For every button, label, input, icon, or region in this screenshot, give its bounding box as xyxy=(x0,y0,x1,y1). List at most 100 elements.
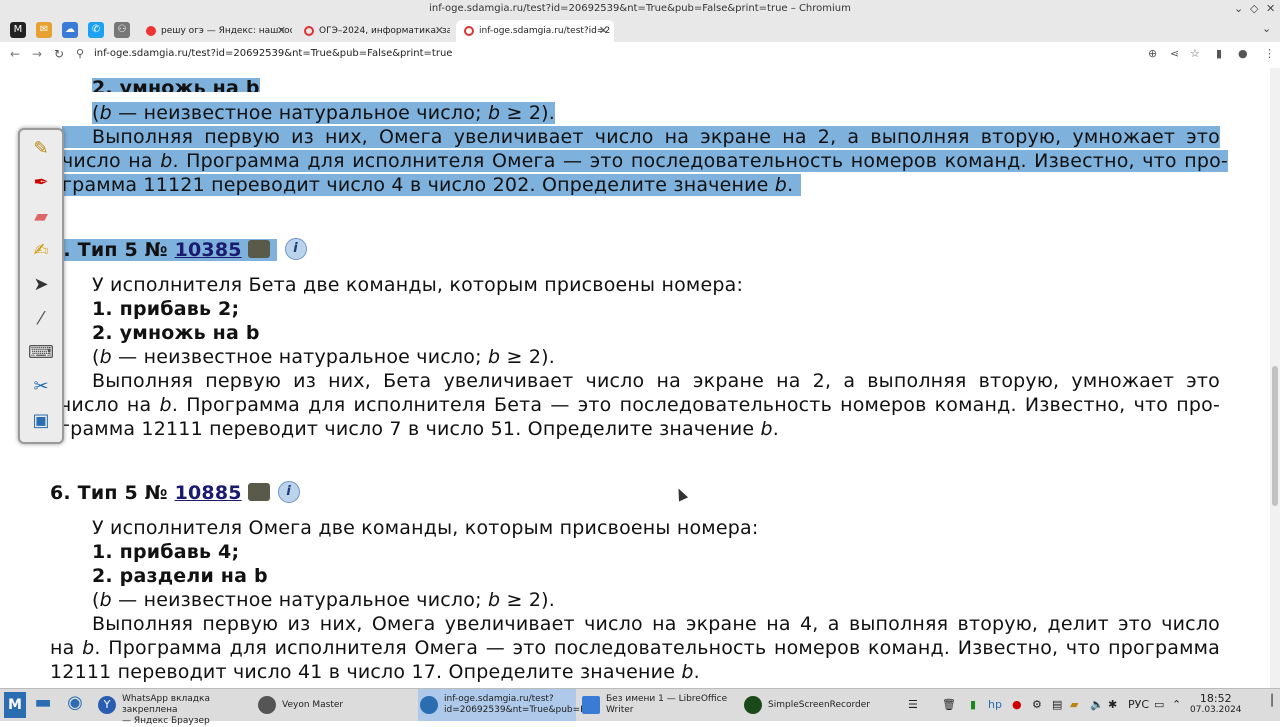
share-icon[interactable]: ⋖ xyxy=(1170,47,1179,60)
pointer-icon[interactable]: ➤ xyxy=(28,272,54,298)
problem5-text-line3: грамма 12111 переводит число 7 в число 5… xyxy=(60,418,780,440)
tab-close-icon[interactable]: ✕ xyxy=(435,20,444,42)
menu-icon[interactable]: ⋮ xyxy=(1264,47,1275,60)
hp-icon[interactable]: hp xyxy=(988,698,1002,711)
pinned-tab-bird[interactable]: ✆ xyxy=(88,22,104,38)
writer-icon xyxy=(582,696,600,714)
tab-label: решу огэ — Яндекс: нашлос xyxy=(161,26,292,36)
taskbar-screenrecorder[interactable]: SimpleScreenRecorder xyxy=(742,689,902,721)
tab-strip: M ✉ ☁ ✆ ⚇ решу огэ — Яндекс: нашлос ✕ ОГ… xyxy=(0,18,1280,55)
tab-oge[interactable]: ОГЭ–2024, информатика: за ✕ xyxy=(296,20,450,42)
problem4-condition: (b — неизвестное натуральное число; b ≥ … xyxy=(92,102,555,124)
problem5-condition: (b — неизвестное натуральное число; b ≥ … xyxy=(92,346,555,368)
laser-icon[interactable]: ⁄ xyxy=(28,306,54,332)
tab-search-icon[interactable]: ⌄ xyxy=(1262,22,1271,35)
problem4-text-line3: грамма 11121 переводит число 4 в число 2… xyxy=(62,174,802,196)
problem5-cmd2: 2. умножь на b xyxy=(92,322,260,344)
briefcase-icon[interactable] xyxy=(247,482,270,501)
veyon-icon xyxy=(258,696,276,714)
tab-label: ОГЭ–2024, информатика: за xyxy=(319,26,450,36)
taskbar-whatsapp[interactable]: Y WhatsApp вкладка закреплена — Яндекс Бр… xyxy=(96,689,254,726)
problem5-intro: У исполнителя Бета две команды, которым … xyxy=(92,274,744,296)
file-manager-icon[interactable]: ▬ xyxy=(32,692,54,718)
taskbar-veyon[interactable]: Veyon Master xyxy=(256,689,416,721)
sidepanel-icon[interactable]: ▮ xyxy=(1216,47,1222,60)
address-bar[interactable]: inf-oge.sdamgia.ru/test?id=20692539&nt=T… xyxy=(94,48,452,59)
profile-icon[interactable]: ● xyxy=(1238,47,1248,60)
clipboard-icon[interactable]: ▤ xyxy=(1052,698,1062,711)
pinned-tab-mail[interactable]: ✉ xyxy=(36,22,52,38)
pinned-tab-link[interactable]: ⚇ xyxy=(114,22,130,38)
pinned-tab-cloud[interactable]: ☁ xyxy=(62,22,78,38)
mixer-icon[interactable]: ☰ xyxy=(908,698,918,711)
trash-icon[interactable]: 🗑 xyxy=(942,698,956,711)
bookmark-icon[interactable]: ☆ xyxy=(1190,47,1200,60)
maximize-icon[interactable]: ◇ xyxy=(1250,2,1258,15)
briefcase-icon[interactable] xyxy=(247,239,270,258)
forward-icon[interactable]: → xyxy=(32,47,42,61)
taskbar-libreoffice[interactable]: Без имени 1 — LibreOffice Writer xyxy=(580,689,738,721)
start-menu-icon[interactable]: M xyxy=(4,692,26,718)
problem6-condition: (b — неизвестное натуральное число; b ≥ … xyxy=(92,589,555,611)
screenshot-icon[interactable]: ▣ xyxy=(28,408,54,434)
network-icon[interactable]: ✱ xyxy=(1108,698,1117,711)
tab-active[interactable]: inf-oge.sdamgia.ru/test?id=2 ✕ xyxy=(456,20,614,42)
zoom-icon[interactable]: ⊕ xyxy=(1148,47,1157,60)
problem6-text-line3: 12111 переводит число 41 в число 17. Опр… xyxy=(50,661,700,683)
clock[interactable]: 18:52 07.03.2024 xyxy=(1190,692,1242,715)
problem6-text-line1: Выполняя первую из них, Омега увеличивае… xyxy=(92,613,1220,635)
window-titlebar: inf-oge.sdamgia.ru/test?id=20692539&nt=T… xyxy=(0,0,1280,18)
tab-close-icon[interactable]: ✕ xyxy=(277,20,286,42)
show-desktop-icon[interactable]: ▕ xyxy=(1264,694,1272,707)
reload-icon[interactable]: ↻ xyxy=(54,47,64,61)
sdamgia-icon xyxy=(464,25,474,36)
problem5-text-line1: Выполняя первую из них, Бета увеличивает… xyxy=(92,370,1220,392)
problem4-text-line1: Выполняя первую из них, Омега увеличивае… xyxy=(62,126,1220,148)
scissors-icon[interactable]: ✂ xyxy=(28,374,54,400)
language-indicator[interactable]: РУС xyxy=(1128,698,1149,711)
sdamgia-icon xyxy=(304,25,314,36)
folder-icon[interactable]: ▰ xyxy=(1070,698,1078,711)
problem5-number-link[interactable]: 10385 xyxy=(175,239,242,261)
tab-yandex[interactable]: решу огэ — Яндекс: нашлос ✕ xyxy=(138,20,292,42)
settings-icon[interactable]: ⚙ xyxy=(1032,698,1042,711)
chromium-icon[interactable]: ◉ xyxy=(64,692,86,718)
mouse-cursor-icon xyxy=(673,486,689,502)
problem6-text-line2: на b. Программа для исполнителя Омега — … xyxy=(50,637,1220,659)
info-icon[interactable]: i xyxy=(284,237,307,260)
problem6-intro: У исполнителя Омега две команды, которым… xyxy=(92,517,759,539)
pinned-tab-m[interactable]: M xyxy=(10,22,26,38)
close-icon[interactable]: ✕ xyxy=(1266,2,1275,15)
browser-toolbar: ← → ↻ ⚲ inf-oge.sdamgia.ru/test?id=20692… xyxy=(0,42,1280,69)
tab-label: inf-oge.sdamgia.ru/test?id=2 xyxy=(479,26,611,36)
window-title: inf-oge.sdamgia.ru/test?id=20692539&nt=T… xyxy=(429,3,851,14)
minimize-icon[interactable]: ⌄ xyxy=(1234,2,1243,15)
yandex-icon xyxy=(146,25,156,36)
page-content: 2. умножь на b (b — неизвестное натураль… xyxy=(0,68,1270,688)
notes-icon[interactable]: ▭ xyxy=(1154,698,1164,711)
problem4-text-line2: число на b. Программа для исполнителя Ом… xyxy=(62,150,1228,172)
site-info-icon[interactable]: ⚲ xyxy=(76,47,84,60)
scrollbar-thumb[interactable] xyxy=(1272,366,1278,506)
problem6-header: 6. Тип 5 № 10885 i xyxy=(50,480,300,505)
tray-expand-icon[interactable]: ⌃ xyxy=(1172,698,1181,711)
recorder-icon xyxy=(744,696,762,714)
tab-close-icon[interactable]: ✕ xyxy=(599,20,608,42)
record-icon[interactable]: ● xyxy=(1012,698,1022,711)
highlighter-icon[interactable]: ✎ xyxy=(28,136,54,162)
problem5-cmd1: 1. прибавь 2; xyxy=(92,298,240,320)
volume-icon[interactable]: 🔈 xyxy=(1090,698,1104,711)
spreadsheet-icon[interactable]: ▮ xyxy=(970,698,976,711)
pen-icon[interactable]: ✒ xyxy=(28,170,54,196)
info-icon[interactable]: i xyxy=(277,480,300,503)
eraser-icon[interactable]: ▰ xyxy=(28,204,54,230)
page-scrollbar[interactable] xyxy=(1270,68,1280,688)
taskbar-chromium-active[interactable]: inf-oge.sdamgia.ru/test? id=20692539&nt=T… xyxy=(418,689,599,721)
problem4-cmd2: 2. умножь на b xyxy=(92,78,260,92)
problem5-text-line2: число на b. Программа для исполнителя Бе… xyxy=(60,394,1220,416)
keyboard-icon[interactable]: ⌨ xyxy=(28,340,54,366)
problem6-number-link[interactable]: 10885 xyxy=(175,482,242,504)
marker-icon[interactable]: ✍ xyxy=(28,238,54,264)
back-icon[interactable]: ← xyxy=(10,47,20,61)
chromium-icon xyxy=(420,696,438,714)
